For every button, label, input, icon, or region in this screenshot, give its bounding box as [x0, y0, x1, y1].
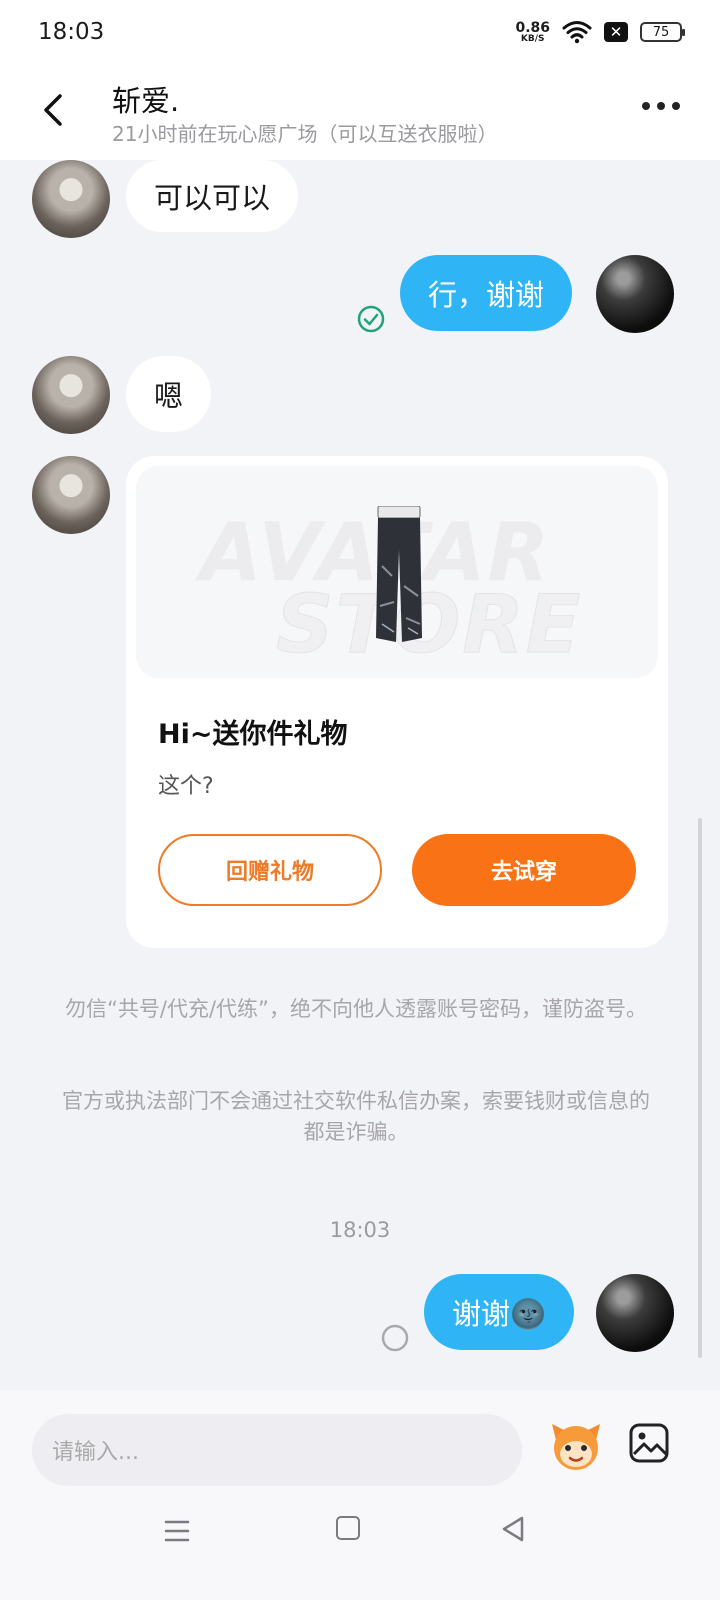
- emoji-icon[interactable]: [548, 1418, 604, 1474]
- sending-icon: [381, 1324, 409, 1352]
- menu-icon[interactable]: [164, 1518, 190, 1544]
- status-bar: 18:03 0.86 KB/S ✕ 75: [0, 0, 720, 64]
- home-icon[interactable]: [336, 1516, 360, 1540]
- message-list[interactable]: 可以可以 行，谢谢 嗯 AVATAR STORE Hi~送你件礼物 这个? 回赠…: [0, 160, 720, 1390]
- try-on-button[interactable]: 去试穿: [412, 834, 636, 906]
- input-bar: 请输入...: [0, 1390, 720, 1490]
- avatar[interactable]: [32, 456, 110, 534]
- battery-level: 75: [652, 24, 670, 40]
- chat-header: 斩爱. 21小时前在玩心愿广场（可以互送衣服啦）: [0, 64, 720, 160]
- gift-description: 这个?: [158, 774, 214, 799]
- avatar[interactable]: [32, 356, 110, 434]
- network-speed: 0.86 KB/S: [515, 21, 550, 44]
- back-arrow-icon[interactable]: [36, 90, 72, 130]
- contact-activity: 21小时前在玩心愿广场（可以互送衣服啦）: [112, 122, 498, 146]
- image-icon[interactable]: [628, 1422, 670, 1464]
- status-time: 18:03: [38, 19, 105, 45]
- security-notice: 勿信“共号/代充/代练”，绝不向他人透露账号密码，谨防盗号。: [65, 997, 647, 1021]
- read-check-icon: [357, 305, 385, 333]
- avatar[interactable]: [32, 160, 110, 238]
- avatar[interactable]: [596, 1274, 674, 1352]
- message-bubble[interactable]: 嗯: [126, 356, 212, 432]
- avatar[interactable]: [596, 255, 674, 333]
- gift-title: Hi~送你件礼物: [158, 719, 348, 750]
- message-time: 18:03: [329, 1218, 391, 1242]
- system-nav-bar: [0, 1490, 720, 1600]
- message-bubble[interactable]: 行，谢谢: [400, 255, 573, 331]
- status-icons: 0.86 KB/S ✕ 75: [515, 20, 685, 44]
- no-sim-icon: ✕: [604, 22, 628, 42]
- fraud-notice: 官方或执法部门不会通过社交软件私信办案，索要钱财或信息的都是诈骗。: [62, 1089, 650, 1144]
- gift-card[interactable]: AVATAR STORE Hi~送你件礼物 这个? 回赠礼物 去试穿: [126, 456, 668, 948]
- back-triangle-icon[interactable]: [500, 1516, 526, 1542]
- watermark-text: STORE: [275, 578, 583, 672]
- contact-name[interactable]: 斩爱.: [112, 78, 179, 120]
- gift-image[interactable]: AVATAR STORE: [136, 466, 658, 678]
- message-bubble[interactable]: 可以可以: [126, 160, 299, 232]
- jeans-item-image: [376, 506, 422, 642]
- return-gift-button[interactable]: 回赠礼物: [158, 834, 382, 906]
- message-bubble[interactable]: 谢谢🌚: [424, 1274, 575, 1350]
- wifi-icon: [562, 21, 592, 44]
- battery-icon: 75: [640, 22, 685, 42]
- scrollbar[interactable]: [698, 818, 702, 1358]
- message-input[interactable]: 请输入...: [32, 1414, 522, 1486]
- network-speed-unit: KB/S: [520, 33, 545, 44]
- more-icon[interactable]: [642, 102, 680, 110]
- network-speed-value: 0.86: [515, 19, 550, 36]
